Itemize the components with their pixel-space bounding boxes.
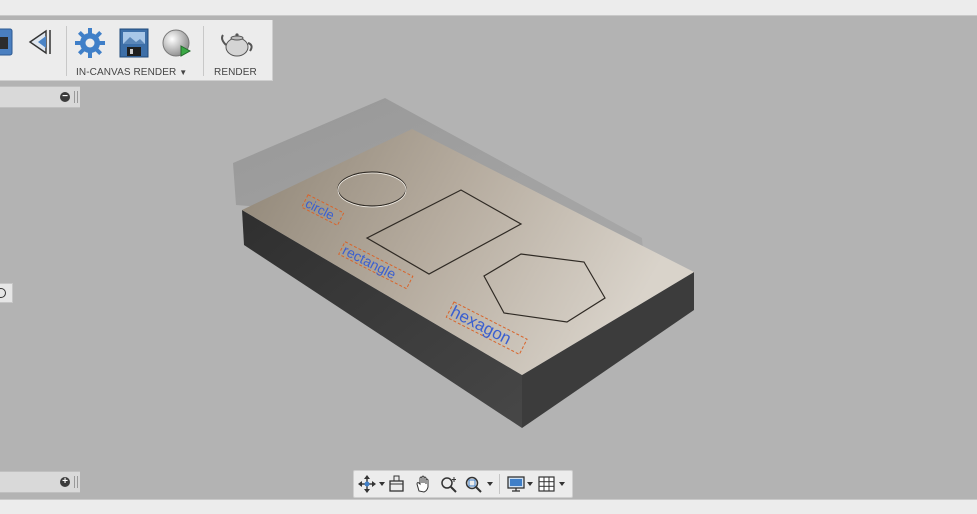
navigation-bar: [353, 470, 573, 498]
zoom-icon: [441, 477, 457, 493]
in-canvas-render-text: IN-CANVAS RENDER: [76, 67, 177, 78]
panel-grip-icon[interactable]: [74, 476, 78, 488]
dropdown-caret-icon[interactable]: ▼: [179, 68, 187, 77]
save-image-icon: [119, 28, 149, 58]
toolbar-divider: [66, 26, 67, 76]
in-canvas-render-label[interactable]: IN-CANVAS RENDER ▼: [76, 67, 187, 78]
scene-settings-button[interactable]: [74, 27, 106, 59]
fit-icon: [465, 476, 482, 493]
render-label[interactable]: RENDER: [214, 67, 257, 78]
render-button[interactable]: [220, 27, 253, 59]
panel-grip-icon[interactable]: [74, 91, 78, 103]
section-analysis-icon: [28, 29, 51, 55]
display-dropdown-icon[interactable]: [527, 482, 533, 486]
pin-icon[interactable]: [0, 288, 6, 298]
zoom-dropdown-icon[interactable]: [487, 482, 493, 486]
zoom-button[interactable]: [439, 475, 459, 493]
orbit-button[interactable]: [357, 475, 377, 493]
gear-icon: [75, 28, 105, 58]
side-panel-tab[interactable]: [0, 283, 13, 303]
section-analysis-button[interactable]: [26, 27, 58, 59]
display-settings-icon: [507, 476, 525, 492]
collapse-icon[interactable]: −: [60, 92, 70, 102]
comments-panel-header[interactable]: +: [0, 471, 80, 493]
grid-settings-button[interactable]: [537, 475, 557, 493]
pan-button[interactable]: [413, 475, 433, 493]
teapot-icon: [221, 33, 253, 57]
pan-icon: [416, 475, 429, 493]
render-sphere-icon: [162, 29, 192, 57]
display-settings-button[interactable]: [506, 475, 526, 493]
start-render-button[interactable]: [161, 27, 193, 59]
appearance-icon: [0, 28, 13, 56]
grid-settings-icon: [538, 476, 555, 492]
toolbar-divider: [203, 26, 204, 76]
expand-icon[interactable]: +: [60, 477, 70, 487]
browser-panel-header[interactable]: −: [0, 86, 80, 108]
navbar-divider: [499, 474, 500, 494]
look-at-icon: [389, 475, 404, 492]
capture-image-button[interactable]: [118, 27, 150, 59]
top-strip: [0, 0, 977, 16]
orbit-dropdown-icon[interactable]: [379, 482, 385, 486]
bottom-strip: [0, 499, 977, 514]
fit-button[interactable]: [464, 475, 484, 493]
appearance-tool-button[interactable]: [0, 27, 18, 59]
ribbon-toolbar: IN-CANVAS RENDER ▼ RENDER: [0, 20, 273, 81]
look-at-button[interactable]: [387, 475, 407, 493]
grid-dropdown-icon[interactable]: [559, 482, 565, 486]
orbit-icon: [358, 475, 376, 493]
